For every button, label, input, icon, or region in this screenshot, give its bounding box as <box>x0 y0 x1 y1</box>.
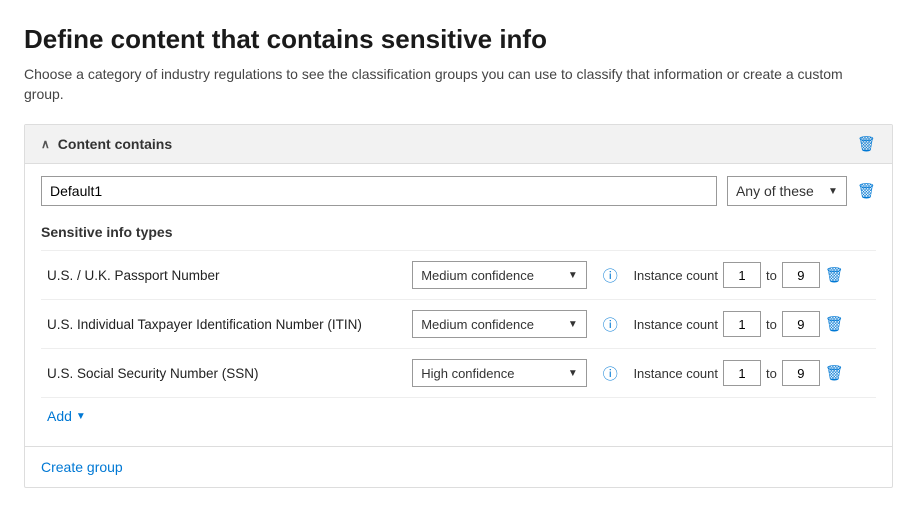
collapse-icon[interactable]: ∧ <box>41 137 50 151</box>
add-button[interactable]: Add ▼ <box>41 397 876 434</box>
sensitive-info-table: U.S. / U.K. Passport Number Medium confi… <box>41 250 876 397</box>
instance-count-label-1: Instance count <box>633 317 718 332</box>
instance-cell-2: Instance count to 🗑 <box>627 349 876 398</box>
instance-to-input-1[interactable] <box>782 311 820 337</box>
to-label-2: to <box>766 366 777 381</box>
info-icon-cell-2: ⓘ <box>593 349 628 398</box>
info-name-2: U.S. Social Security Number (SSN) <box>41 349 406 398</box>
to-label-0: to <box>766 268 777 283</box>
content-contains-card: ∧ Content contains 🗑 Any of these ▼ 🗑 Se… <box>24 124 893 488</box>
page-title: Define content that contains sensitive i… <box>24 24 893 55</box>
info-icon-1[interactable]: ⓘ <box>603 317 618 334</box>
confidence-dropdown-0[interactable]: Medium confidence ▼ <box>412 261 587 289</box>
info-icon-2[interactable]: ⓘ <box>603 366 618 383</box>
table-row: U.S. Social Security Number (SSN) High c… <box>41 349 876 398</box>
instance-count-group-1: Instance count to 🗑 <box>633 311 870 337</box>
card-body: Any of these ▼ 🗑 Sensitive info types U.… <box>25 164 892 446</box>
page-subtitle: Choose a category of industry regulation… <box>24 65 884 104</box>
info-icon-0[interactable]: ⓘ <box>603 268 618 285</box>
instance-count-group-2: Instance count to 🗑 <box>633 360 870 386</box>
confidence-chevron-icon-0: ▼ <box>568 270 578 281</box>
section-label: Sensitive info types <box>41 220 876 240</box>
instance-to-input-2[interactable] <box>782 360 820 386</box>
info-icon-cell-1: ⓘ <box>593 300 628 349</box>
add-label: Add <box>47 408 72 424</box>
confidence-dropdown-2[interactable]: High confidence ▼ <box>412 359 587 387</box>
card-header: ∧ Content contains 🗑 <box>25 125 892 164</box>
instance-to-input-0[interactable] <box>782 262 820 288</box>
instance-cell-0: Instance count to 🗑 <box>627 251 876 300</box>
any-of-these-dropdown[interactable]: Any of these ▼ <box>727 176 847 206</box>
instance-count-label-0: Instance count <box>633 268 718 283</box>
confidence-label-1: Medium confidence <box>421 317 534 332</box>
confidence-cell-1: Medium confidence ▼ <box>406 300 593 349</box>
instance-cell-1: Instance count to 🗑 <box>627 300 876 349</box>
info-name-1: U.S. Individual Taxpayer Identification … <box>41 300 406 349</box>
chevron-down-icon: ▼ <box>828 186 838 197</box>
info-name-0: U.S. / U.K. Passport Number <box>41 251 406 300</box>
delete-row-button-0[interactable]: 🗑 <box>825 266 844 284</box>
confidence-label-0: Medium confidence <box>421 268 534 283</box>
confidence-chevron-icon-1: ▼ <box>568 319 578 330</box>
delete-card-button[interactable]: 🗑 <box>857 135 876 153</box>
confidence-chevron-icon-2: ▼ <box>568 368 578 379</box>
create-group-button[interactable]: Create group <box>25 446 892 487</box>
instance-count-label-2: Instance count <box>633 366 718 381</box>
confidence-cell-2: High confidence ▼ <box>406 349 593 398</box>
instance-from-input-2[interactable] <box>723 360 761 386</box>
delete-row-button-1[interactable]: 🗑 <box>825 315 844 333</box>
add-chevron-icon: ▼ <box>76 411 86 422</box>
info-icon-cell-0: ⓘ <box>593 251 628 300</box>
instance-from-input-0[interactable] <box>723 262 761 288</box>
group-row: Any of these ▼ 🗑 <box>41 176 876 206</box>
to-label-1: to <box>766 317 777 332</box>
table-row: U.S. / U.K. Passport Number Medium confi… <box>41 251 876 300</box>
delete-group-button[interactable]: 🗑 <box>857 182 876 200</box>
table-row: U.S. Individual Taxpayer Identification … <box>41 300 876 349</box>
instance-count-group-0: Instance count to 🗑 <box>633 262 870 288</box>
instance-from-input-1[interactable] <box>723 311 761 337</box>
confidence-cell-0: Medium confidence ▼ <box>406 251 593 300</box>
any-of-these-label: Any of these <box>736 183 814 199</box>
card-header-label: Content contains <box>58 136 172 152</box>
group-name-input[interactable] <box>41 176 717 206</box>
confidence-dropdown-1[interactable]: Medium confidence ▼ <box>412 310 587 338</box>
delete-row-button-2[interactable]: 🗑 <box>825 364 844 382</box>
confidence-label-2: High confidence <box>421 366 514 381</box>
card-header-left: ∧ Content contains <box>41 136 172 152</box>
